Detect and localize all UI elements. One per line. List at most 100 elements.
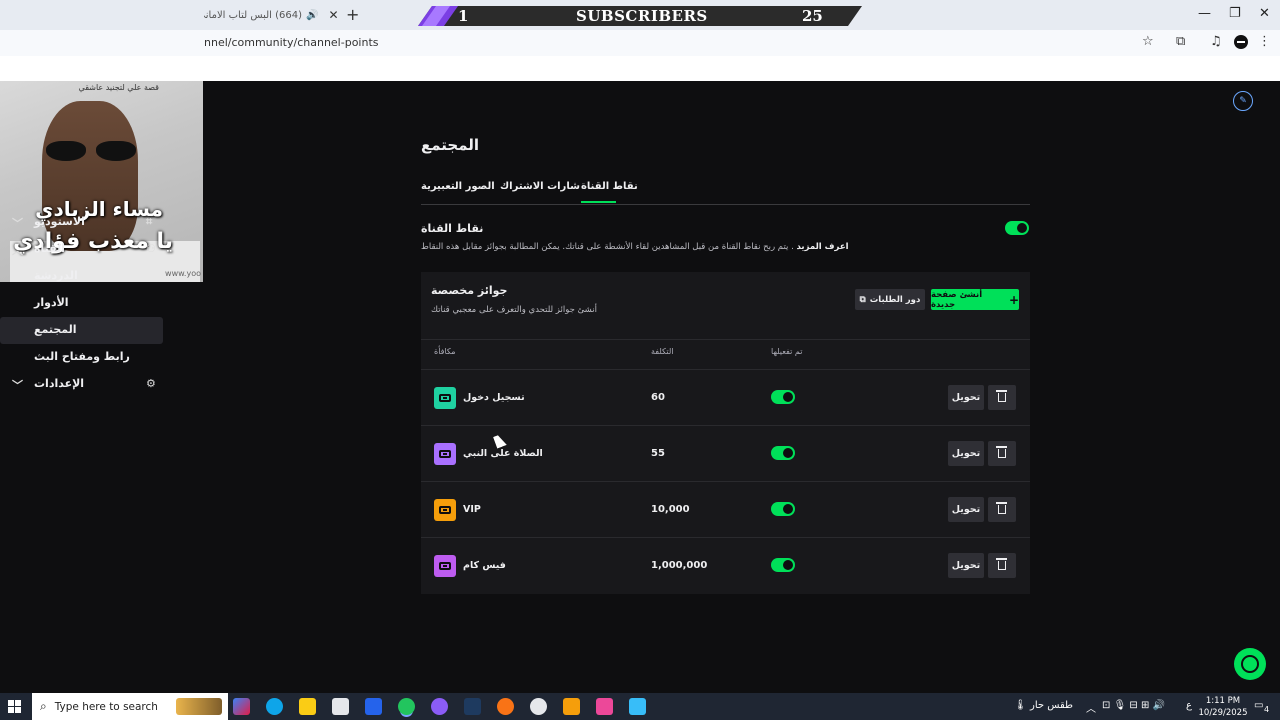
sidebar-item-roles[interactable]: الأدوار [0,290,203,317]
blender-icon[interactable] [497,698,514,715]
description-text: . يتم ربح نقاط القناة من قبل المشاهدين ل… [421,242,794,252]
sidebar-item-label: الدردشة [34,269,78,282]
file-explorer-icon[interactable] [299,698,316,715]
table-row: تسجيل دخول 60 تحويل [421,370,1030,426]
minimize-icon[interactable]: — [1198,6,1211,21]
sidebar-item-stream-key[interactable]: رابط ومفتاح البث [0,344,203,371]
obs-icon[interactable] [530,698,547,715]
channel-points-toggle[interactable] [1005,221,1029,235]
sidebar-item-studio[interactable]: ﹀ الاستوديو ⌗ [0,209,203,236]
sidebar-item-label: رابط ومفتاح البث [34,350,130,363]
creator-icon[interactable]: ✎ [1233,91,1253,111]
reward-cost: 60 [651,392,665,403]
column-header-cost: التكلفة [651,347,674,356]
edit-reward-button[interactable]: تحويل [948,385,984,410]
edit-reward-button[interactable]: تحويل [948,497,984,522]
star-icon[interactable]: ☆ [1142,34,1154,49]
notification-icon[interactable]: ▭ [1254,700,1263,711]
chevron-down-icon: ﹀ [12,217,23,230]
plus-icon: + [1008,292,1019,307]
media-icon[interactable]: ♫ [1210,34,1222,49]
profile-avatar[interactable] [1234,35,1248,49]
reward-name: VIP [463,504,481,515]
edge-icon[interactable] [266,698,283,715]
chrome-icon[interactable] [398,698,415,715]
language-indicator[interactable]: ع [1186,700,1192,711]
reward-enabled-toggle[interactable] [771,502,795,516]
reward-enabled-toggle[interactable] [771,446,795,460]
studio-icon: ⌗ [146,215,153,228]
url-input[interactable]: nnel/community/channel-points [204,36,379,49]
reward-icon [434,555,456,577]
trash-icon [996,502,1007,514]
new-tab-button[interactable]: + [346,5,359,24]
reward-enabled-toggle[interactable] [771,390,795,404]
learn-more-link[interactable]: اعرف المزيد [797,242,849,252]
reward-enabled-toggle[interactable] [771,558,795,572]
gear-icon: ⚙ [146,377,156,390]
requests-queue-button[interactable]: ⧉ دور الطلبات [855,289,925,310]
mail-icon[interactable] [365,698,382,715]
tab-channel-points[interactable]: نقاط القناة [581,181,638,192]
browser-tab[interactable]: (664) البس لتاب الاماني .. وا... 🔊 ✕ [204,4,344,26]
chevron-up-icon: ︿ [12,244,23,257]
edit-reward-button[interactable]: تحويل [948,553,984,578]
overlay-left-number: 1 [458,7,469,25]
create-reward-button[interactable]: أنشئ صفحة جديدة + [931,289,1019,310]
tab-subscription-badges[interactable]: شارات الاشتراك [500,181,580,192]
delete-reward-button[interactable] [988,497,1016,522]
close-window-icon[interactable]: ✕ [1259,6,1270,21]
weather-text[interactable]: طقس حار [1030,700,1073,711]
subscriber-overlay: 1 SUBSCRIBERS 25 [418,6,862,26]
delete-reward-button[interactable] [988,441,1016,466]
menu-icon[interactable]: ⋮ [1258,34,1271,49]
page-header-strip [0,56,1280,81]
create-button-label: أنشئ صفحة جديدة [931,289,983,310]
reward-name: فيس كام [463,560,506,571]
sidebar-item-settings[interactable]: ﹀ الإعدادات ⚙ [0,371,203,398]
page: قصة علي لتجنيد عاشقي مساء الزبادي يا معذ… [0,81,1280,693]
browser-tabbar: (664) البس لتاب الاماني .. وا... 🔊 ✕ + 1… [0,0,1280,30]
taskbar-clock[interactable]: 1:11 PM 10/29/2025 [1198,695,1248,719]
card-header: جوائز مخصصة أنشئ جوائز للتحدي والتعرف عل… [421,272,1030,340]
channel-icon: ⚇ [146,242,156,255]
reward-cost: 55 [651,448,665,459]
external-link-icon: ⧉ [859,294,866,305]
discord-icon[interactable] [431,698,448,715]
sunglasses-icon [46,141,138,163]
steam-icon[interactable] [464,698,481,715]
app-icon[interactable] [563,698,580,715]
extensions-icon[interactable]: ⧉ [1176,34,1185,49]
custom-rewards-card: جوائز مخصصة أنشئ جوائز للتحدي والتعرف عل… [421,272,1030,594]
paint-icon[interactable] [629,698,646,715]
maximize-icon[interactable]: ❐ [1229,6,1241,21]
tray-chevron-icon[interactable]: ︿ [1086,700,1096,715]
sidebar-item-chat[interactable]: الدردشة [0,263,203,290]
column-header-enabled: تم تفعيلها [771,347,803,356]
requests-button-label: دور الطلبات [869,294,921,305]
help-button[interactable] [1234,648,1266,680]
chevron-down-icon: ﹀ [12,379,23,392]
sidebar-item-community[interactable]: المجتمع [0,317,163,344]
sidebar-item-label: الإعدادات [34,377,85,390]
close-tab-icon[interactable]: ✕ [328,8,338,22]
sidebar-item-channel[interactable]: ︿ القناة ⚇ [0,236,203,263]
clock-date: 10/29/2025 [1198,708,1248,718]
speaker-icon[interactable]: 🔊 [306,10,318,21]
address-bar: nnel/community/channel-points ☆ ⧉ ♫ ⋮ [0,30,1280,56]
edit-reward-button[interactable]: تحويل [948,441,984,466]
delete-reward-button[interactable] [988,385,1016,410]
reward-icon [434,387,456,409]
copilot-icon[interactable] [233,698,250,715]
windows-start-icon[interactable] [8,700,22,714]
reward-name: تسجيل دخول [463,392,525,403]
store-icon[interactable] [332,698,349,715]
pink-app-icon[interactable] [596,698,613,715]
search-highlight-icon[interactable] [176,698,222,715]
trash-icon [996,558,1007,570]
delete-reward-button[interactable] [988,553,1016,578]
reward-icon [434,499,456,521]
reward-icon [434,443,456,465]
tray-icons[interactable]: ⊡ 🎙 ⊟ ⊞ 🔊 [1102,700,1165,711]
tab-emotes[interactable]: الصور التعبيرية [421,181,495,192]
